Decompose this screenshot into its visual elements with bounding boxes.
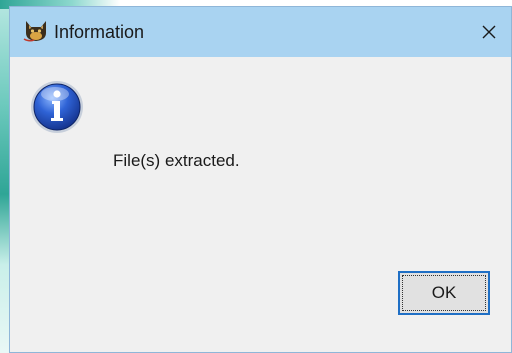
ok-button-label: OK bbox=[402, 275, 486, 311]
info-icon bbox=[29, 79, 85, 135]
ok-button[interactable]: OK bbox=[398, 271, 490, 315]
information-dialog: Information File(s) extracted. OK bbox=[9, 6, 512, 353]
dialog-title: Information bbox=[54, 22, 145, 42]
message-text: File(s) extracted. bbox=[113, 151, 240, 170]
close-icon bbox=[481, 24, 497, 40]
screen: Information File(s) extracted. OK bbox=[0, 0, 512, 353]
background-accent bbox=[0, 0, 9, 353]
close-button[interactable] bbox=[467, 7, 511, 57]
title-bar[interactable]: Information bbox=[10, 7, 511, 57]
cat-head-icon bbox=[23, 19, 49, 43]
